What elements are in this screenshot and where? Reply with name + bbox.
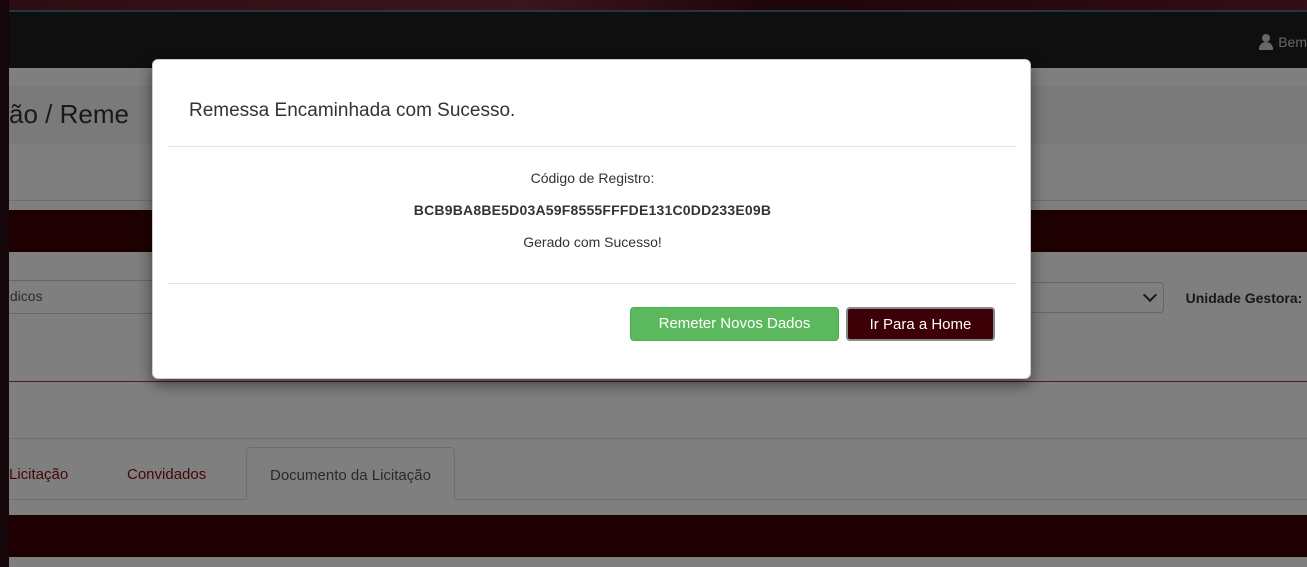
go-home-button[interactable]: Ir Para a Home [846,307,995,341]
registration-code-value: BCB9BA8BE5D03A59F8555FFFDE131C0DD233E09B [413,202,772,218]
modal-body: Código de Registro: BCB9BA8BE5D03A59F855… [168,170,1017,250]
resend-data-button[interactable]: Remeter Novos Dados [630,307,839,341]
modal-divider [168,146,1017,147]
success-message: Gerado com Sucesso! [523,234,662,250]
modal-title: Remessa Encaminhada com Sucesso. [189,100,516,121]
modal-divider [168,283,1017,284]
registration-code-label: Código de Registro: [530,170,655,186]
success-modal: Remessa Encaminhada com Sucesso. Código … [152,59,1031,379]
